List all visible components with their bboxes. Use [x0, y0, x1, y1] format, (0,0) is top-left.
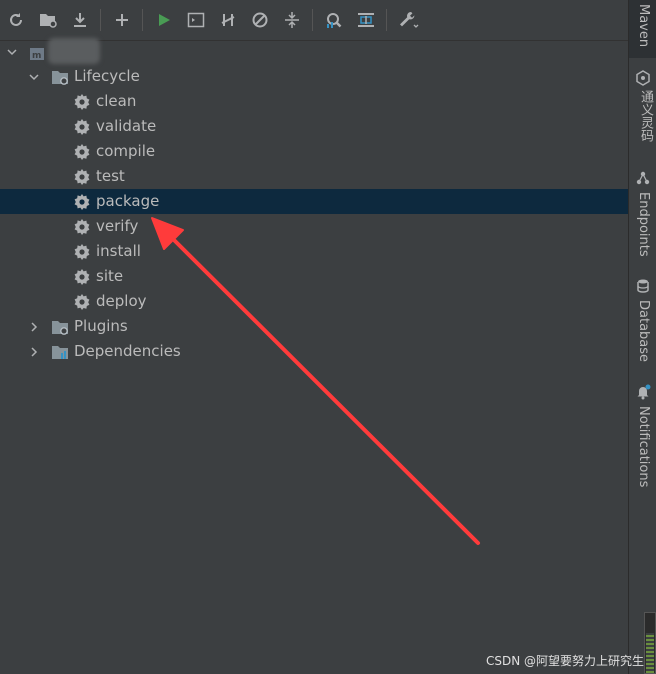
maven-tab-label: Maven: [636, 4, 651, 48]
show-dependencies-icon[interactable]: [354, 8, 378, 32]
goal-label: site: [96, 267, 124, 285]
notifications-tab[interactable]: Notifications: [629, 380, 656, 492]
run-icon[interactable]: [152, 8, 176, 32]
gear-icon: [74, 169, 90, 185]
skip-tests-icon[interactable]: [248, 8, 272, 32]
chevron-down-icon[interactable]: [5, 45, 19, 59]
gear-icon: [74, 294, 90, 310]
right-tool-strip: Maven 通义灵码 Endpoints Database Notificati…: [628, 0, 656, 674]
add-folder-icon[interactable]: [36, 8, 60, 32]
analyze-dependencies-icon[interactable]: [322, 8, 346, 32]
goal-label: test: [96, 167, 125, 185]
goal-label: verify: [96, 217, 139, 235]
tree-row-goal-site[interactable]: site: [0, 264, 628, 289]
chevron-right-icon[interactable]: [27, 345, 41, 359]
tree-row-goal-clean[interactable]: clean: [0, 89, 628, 114]
collapse-all-icon[interactable]: [280, 8, 304, 32]
goal-label: validate: [96, 117, 157, 135]
maven-tab[interactable]: Maven: [629, 0, 656, 58]
tree-row-goal-package[interactable]: package: [0, 189, 628, 214]
bell-icon: [637, 384, 651, 400]
maven-toolbar: [0, 0, 628, 41]
database-tab[interactable]: Database: [629, 272, 656, 372]
ai-assistant-tab[interactable]: 通义灵码: [629, 64, 656, 156]
lifecycle-folder-icon: [52, 71, 68, 85]
memory-indicator[interactable]: [644, 612, 656, 674]
svg-text:m: m: [32, 51, 41, 61]
tree-row-goal-test[interactable]: test: [0, 164, 628, 189]
tree-row-goal-compile[interactable]: compile: [0, 139, 628, 164]
tree-row-goal-install[interactable]: install: [0, 239, 628, 264]
ai-assistant-tab-label: 通义灵码: [638, 90, 653, 142]
refresh-icon[interactable]: [4, 8, 28, 32]
memory-indicator-fill: [646, 633, 654, 673]
tree-row-dependencies[interactable]: Dependencies: [0, 339, 628, 364]
tree-row-goal-validate[interactable]: validate: [0, 114, 628, 139]
plugins-folder-icon: [52, 321, 68, 335]
gear-icon: [74, 119, 90, 135]
tree-row-plugins[interactable]: Plugins: [0, 314, 628, 339]
goal-label: deploy: [96, 292, 147, 310]
settings-wrench-icon[interactable]: [396, 8, 420, 32]
maven-module-icon: m: [30, 48, 44, 61]
goal-label: install: [96, 242, 141, 260]
gear-icon: [74, 244, 90, 260]
endpoints-icon: [636, 171, 650, 185]
watermark: CSDN @阿望要努力上研究生: [486, 654, 645, 668]
redacted-project-name: [48, 38, 100, 64]
notifications-tab-label: Notifications: [636, 406, 651, 488]
goal-label: compile: [96, 142, 156, 160]
maven-tool-window: m Lifecycle clean validate compile test …: [0, 0, 628, 674]
download-icon[interactable]: [68, 8, 92, 32]
gear-icon: [74, 219, 90, 235]
endpoints-tab-label: Endpoints: [636, 192, 651, 257]
tree-row-lifecycle[interactable]: Lifecycle: [0, 64, 628, 89]
dependencies-folder-icon: [52, 346, 68, 359]
endpoints-tab[interactable]: Endpoints: [629, 164, 656, 264]
chevron-right-icon[interactable]: [27, 320, 41, 334]
database-icon: [637, 279, 649, 293]
gear-icon: [74, 269, 90, 285]
gear-icon: [74, 94, 90, 110]
gear-icon: [74, 194, 90, 210]
lifecycle-label: Lifecycle: [74, 67, 140, 85]
plus-icon[interactable]: [110, 8, 134, 32]
tree-row-goal-deploy[interactable]: deploy: [0, 289, 628, 314]
chevron-down-icon[interactable]: [27, 70, 41, 84]
dependencies-label: Dependencies: [74, 342, 181, 360]
ai-assistant-icon: [636, 70, 650, 86]
tree-row-goal-verify[interactable]: verify: [0, 214, 628, 239]
toggle-offline-icon[interactable]: [216, 8, 240, 32]
gear-icon: [74, 144, 90, 160]
goal-label: package: [96, 192, 160, 210]
plugins-label: Plugins: [74, 317, 128, 335]
goal-label: clean: [96, 92, 137, 110]
run-config-icon[interactable]: [184, 8, 208, 32]
database-tab-label: Database: [636, 300, 651, 363]
